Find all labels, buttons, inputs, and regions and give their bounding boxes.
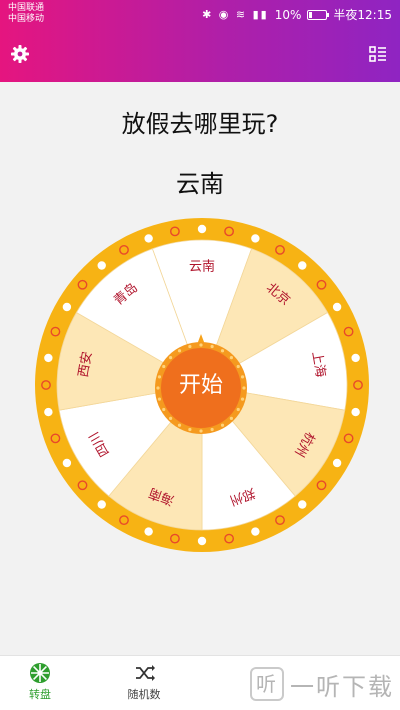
wheel-rim-light xyxy=(316,480,327,491)
wheel-rim-light xyxy=(197,224,207,234)
wheel-rim-light xyxy=(170,226,180,237)
app-header: 中国联通 中国移动 ✱ ◉ ≋ ▮▮ 10% 半夜12:15 xyxy=(0,0,400,82)
tab-wheel[interactable]: 转盘 xyxy=(0,662,80,702)
wheel-rim-light xyxy=(197,536,207,546)
status-right: ✱ ◉ ≋ ▮▮ 10% 半夜12:15 xyxy=(202,6,392,23)
wheel-rim-light xyxy=(332,302,342,312)
wheel-rim-light xyxy=(97,261,106,270)
wheel-rim-light xyxy=(119,245,129,255)
wheel-rim-light xyxy=(224,533,234,544)
wheel-rim-light xyxy=(62,458,72,468)
wheel-rim-light xyxy=(144,234,153,243)
wheel-rim-light xyxy=(298,500,307,509)
wheel-rim-light xyxy=(224,226,234,237)
wheel-segment-label: 云南 xyxy=(189,259,215,275)
wheel-rim-light xyxy=(97,500,106,509)
tab-random-number[interactable]: 随机数 xyxy=(104,662,184,702)
signal-icons: ✱ ◉ ≋ ▮▮ xyxy=(202,8,269,21)
battery-percent: 10% xyxy=(274,7,302,22)
wheel-rim-light xyxy=(353,380,363,390)
watermark-text: 一听下载 xyxy=(290,672,394,701)
wheel-rim-light xyxy=(50,433,61,444)
wheel-rim-light xyxy=(119,515,129,525)
wheel-rim-light xyxy=(343,433,354,444)
tab-wheel-label: 转盘 xyxy=(29,688,51,701)
wheel-rim-light xyxy=(316,279,327,290)
wheel-question: 放假去哪里玩? xyxy=(121,110,279,138)
start-label: 开始 xyxy=(178,373,223,398)
watermark: 听 一听下载 xyxy=(250,664,394,704)
wheel-rim-light xyxy=(275,245,285,255)
watermark-mark: 听 xyxy=(250,667,284,701)
wheel-rim-light xyxy=(44,353,53,363)
wheel-rim-light xyxy=(332,458,342,468)
status-bar: 中国联通 中国移动 ✱ ◉ ≋ ▮▮ 10% 半夜12:15 xyxy=(0,0,400,28)
wheel-rim-light xyxy=(77,279,88,290)
wheel-rim-light xyxy=(50,326,61,337)
carrier-2: 中国移动 xyxy=(8,14,45,24)
wheel-rim-light xyxy=(343,326,354,337)
carrier-info: 中国联通 中国移动 xyxy=(8,3,44,25)
tab-random-number-label: 随机数 xyxy=(127,688,161,701)
wheel-rim-light xyxy=(351,407,360,417)
carrier-1: 中国联通 xyxy=(8,3,45,13)
wheel-rim-light xyxy=(44,407,53,417)
wheel-rim-light xyxy=(251,234,260,243)
wheel-rim-light xyxy=(298,261,307,270)
gear-icon[interactable] xyxy=(10,44,30,64)
wheel-result: 云南 xyxy=(176,170,224,198)
wheel-tab-icon xyxy=(30,663,50,683)
list-menu-icon[interactable] xyxy=(368,44,388,64)
wheel-rim-light xyxy=(251,527,260,536)
wheel-rim-light xyxy=(41,380,51,390)
wheel-rim-light xyxy=(170,533,180,544)
wheel-rim-light xyxy=(77,480,88,491)
shuffle-icon xyxy=(136,665,155,681)
wheel-rim-light xyxy=(275,515,285,525)
clock: 半夜12:15 xyxy=(333,8,392,22)
start-button[interactable]: 开始 xyxy=(149,334,253,438)
wheel-rim-light xyxy=(351,353,360,363)
wheel-rim-light xyxy=(144,527,153,536)
battery-icon xyxy=(307,9,330,20)
wheel-rim-light xyxy=(62,302,72,312)
